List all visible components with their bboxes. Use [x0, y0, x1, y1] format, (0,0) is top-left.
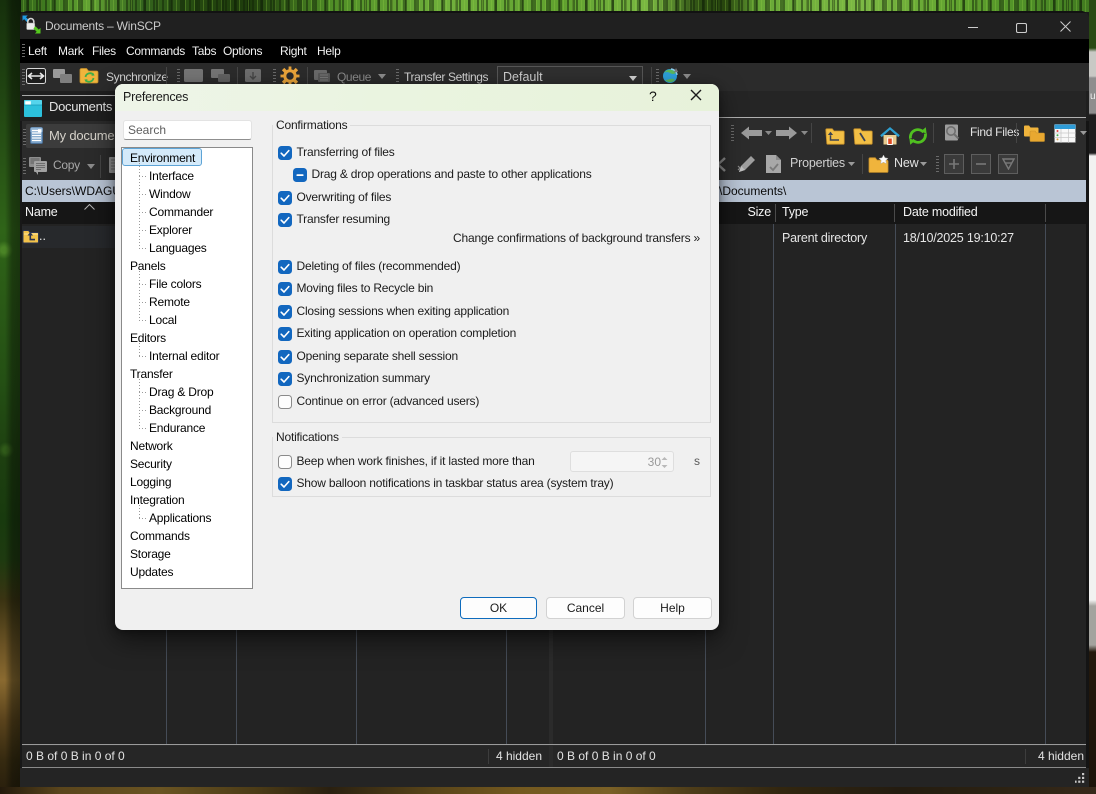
svg-text:?: ?	[649, 88, 657, 104]
